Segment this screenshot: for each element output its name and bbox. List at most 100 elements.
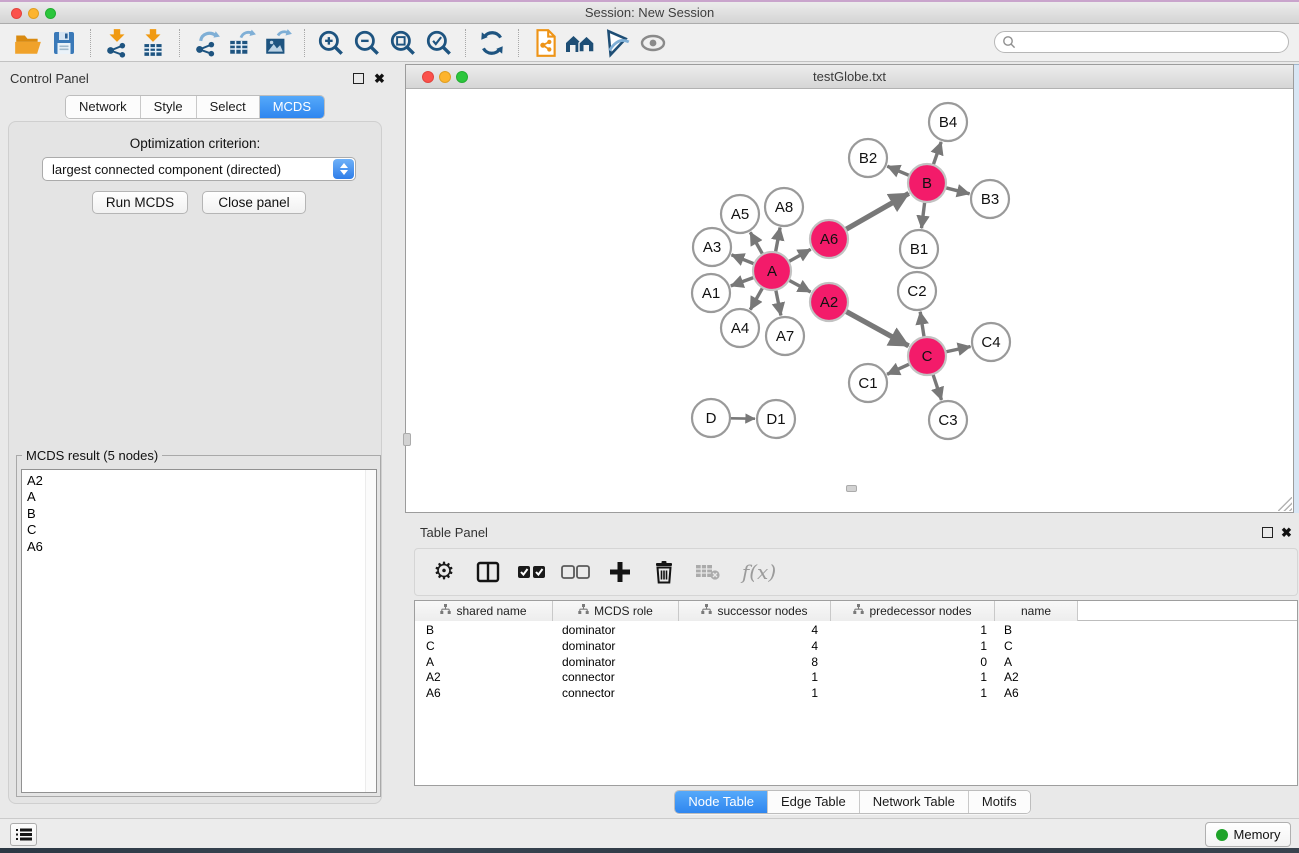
node-C[interactable]: C [908, 337, 946, 375]
table-cell[interactable]: 8 [679, 655, 831, 671]
node-A[interactable]: A [753, 252, 791, 290]
edge-C-C2[interactable] [920, 312, 924, 337]
open-session-icon[interactable] [10, 26, 46, 60]
table-cell[interactable]: B [995, 623, 1078, 639]
import-network-icon[interactable] [99, 26, 135, 60]
edge-A-A3[interactable] [732, 255, 755, 264]
node-A2[interactable]: A2 [810, 283, 848, 321]
node-C4[interactable]: C4 [972, 323, 1010, 361]
table-tab-motifs[interactable]: Motifs [968, 791, 1030, 813]
table-cell[interactable]: 0 [831, 655, 995, 671]
table-cell[interactable]: dominator [553, 655, 679, 671]
node-C3[interactable]: C3 [929, 401, 967, 439]
control-panel-float-icon[interactable] [353, 73, 364, 84]
edge-C-C1[interactable] [887, 364, 910, 374]
home-networks-icon[interactable] [563, 26, 599, 60]
node-B[interactable]: B [908, 164, 946, 202]
table-cell[interactable]: 1 [679, 686, 831, 702]
export-table-icon[interactable] [224, 26, 260, 60]
network-graph[interactable]: B4B2BB3A5A8A6B1A3AA1C2A2A4A7C4CC1C3DD1 [406, 89, 1293, 512]
create-column-plus-icon[interactable] [605, 557, 635, 587]
network-window-zoom-button[interactable] [456, 71, 468, 83]
table-cell[interactable]: B [415, 623, 553, 639]
unselect-all-columns-icon[interactable] [561, 557, 591, 587]
table-cell[interactable]: C [415, 639, 553, 655]
table-tab-node-table[interactable]: Node Table [675, 791, 767, 813]
table-cell[interactable]: A2 [415, 670, 553, 686]
node-A8[interactable]: A8 [765, 188, 803, 226]
horizontal-scroll-stub[interactable] [846, 485, 857, 492]
edge-A-A8[interactable] [776, 228, 781, 253]
zoom-in-icon[interactable] [313, 26, 349, 60]
table-panel-close-icon[interactable]: ✖ [1281, 527, 1292, 538]
edge-A-A1[interactable] [731, 277, 754, 286]
control-tab-select[interactable]: Select [196, 96, 259, 118]
node-C1[interactable]: C1 [849, 364, 887, 402]
table-cell[interactable]: dominator [553, 623, 679, 639]
column-header-name[interactable]: name [995, 601, 1078, 621]
table-cell[interactable]: 1 [679, 670, 831, 686]
edge-A-A6[interactable] [789, 249, 811, 261]
network-canvas[interactable]: B4B2BB3A5A8A6B1A3AA1C2A2A4A7C4CC1C3DD1 [406, 89, 1293, 512]
table-cell[interactable]: connector [553, 670, 679, 686]
node-B2[interactable]: B2 [849, 139, 887, 177]
mcds-result-item[interactable]: C [27, 522, 376, 538]
search-field[interactable] [994, 31, 1289, 53]
node-A6[interactable]: A6 [810, 220, 848, 258]
table-settings-gear-icon[interactable]: ⚙ [429, 557, 459, 587]
run-mcds-button[interactable]: Run MCDS [92, 191, 188, 214]
edge-A-A4[interactable] [750, 288, 762, 310]
table-cell[interactable]: 1 [831, 623, 995, 639]
network-window-close-button[interactable] [422, 71, 434, 83]
table-cell[interactable]: 1 [831, 639, 995, 655]
mcds-result-item[interactable]: A2 [27, 473, 376, 489]
table-tab-edge-table[interactable]: Edge Table [767, 791, 859, 813]
table-cell[interactable]: A2 [995, 670, 1078, 686]
column-header-successor-nodes[interactable]: successor nodes [679, 601, 831, 621]
select-all-columns-icon[interactable] [517, 557, 547, 587]
zoom-fit-icon[interactable] [385, 26, 421, 60]
table-row[interactable]: A2connector11A2 [415, 670, 1297, 686]
window-resize-grip[interactable] [1278, 497, 1292, 511]
node-C2[interactable]: C2 [898, 272, 936, 310]
control-panel-close-icon[interactable]: ✖ [374, 73, 385, 84]
edge-A2-C[interactable] [846, 311, 909, 346]
mcds-result-item[interactable]: B [27, 506, 376, 522]
edge-A6-B[interactable] [846, 193, 909, 229]
split-panel-icon[interactable] [473, 557, 503, 587]
vertical-scroll-stub[interactable] [403, 433, 411, 446]
import-table-icon[interactable] [135, 26, 171, 60]
control-tab-network[interactable]: Network [66, 96, 140, 118]
table-cell[interactable]: connector [553, 686, 679, 702]
node-A3[interactable]: A3 [693, 228, 731, 266]
node-D[interactable]: D [692, 399, 730, 437]
memory-button[interactable]: Memory [1205, 822, 1291, 847]
mcds-result-scrollbar[interactable] [365, 470, 376, 792]
mcds-result-item[interactable]: A6 [27, 539, 376, 555]
edge-B-B2[interactable] [887, 166, 909, 175]
control-tab-mcds[interactable]: MCDS [259, 96, 324, 118]
edge-C-C3[interactable] [933, 374, 942, 400]
edge-C-C4[interactable] [946, 347, 971, 352]
table-row[interactable]: A6connector11A6 [415, 686, 1297, 702]
delete-column-trash-icon[interactable] [649, 557, 679, 587]
edge-B-B1[interactable] [922, 202, 925, 228]
table-cell[interactable]: A [415, 655, 553, 671]
export-image-icon[interactable] [260, 26, 296, 60]
table-row[interactable]: Adominator80A [415, 655, 1297, 671]
mcds-result-list[interactable]: A2ABCA6 [21, 469, 377, 793]
edge-B-B3[interactable] [945, 188, 969, 194]
column-header-mcds-role[interactable]: MCDS role [553, 601, 679, 621]
node-A4[interactable]: A4 [721, 309, 759, 347]
node-B3[interactable]: B3 [971, 180, 1009, 218]
table-panel-float-icon[interactable] [1262, 527, 1273, 538]
network-window-minimize-button[interactable] [439, 71, 451, 83]
node-A1[interactable]: A1 [692, 274, 730, 312]
table-cell[interactable]: 1 [831, 686, 995, 702]
zoom-selected-icon[interactable] [421, 26, 457, 60]
table-cell[interactable]: 4 [679, 639, 831, 655]
network-window-titlebar[interactable]: testGlobe.txt [406, 65, 1293, 89]
node-A5[interactable]: A5 [721, 195, 759, 233]
table-cell[interactable]: A6 [415, 686, 553, 702]
edge-B-B4[interactable] [933, 142, 941, 165]
